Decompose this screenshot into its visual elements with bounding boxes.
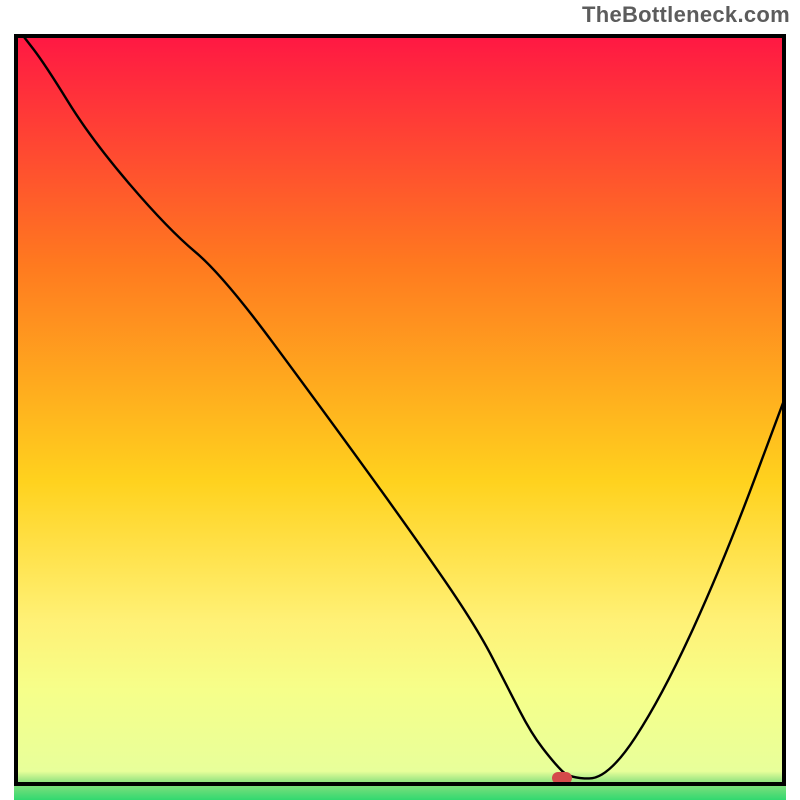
optimal-marker — [552, 772, 571, 784]
chart-container: TheBottleneck.com — [0, 0, 800, 800]
watermark-label: TheBottleneck.com — [582, 2, 790, 28]
bottleneck-curve — [14, 34, 786, 786]
plot-area — [14, 34, 786, 786]
